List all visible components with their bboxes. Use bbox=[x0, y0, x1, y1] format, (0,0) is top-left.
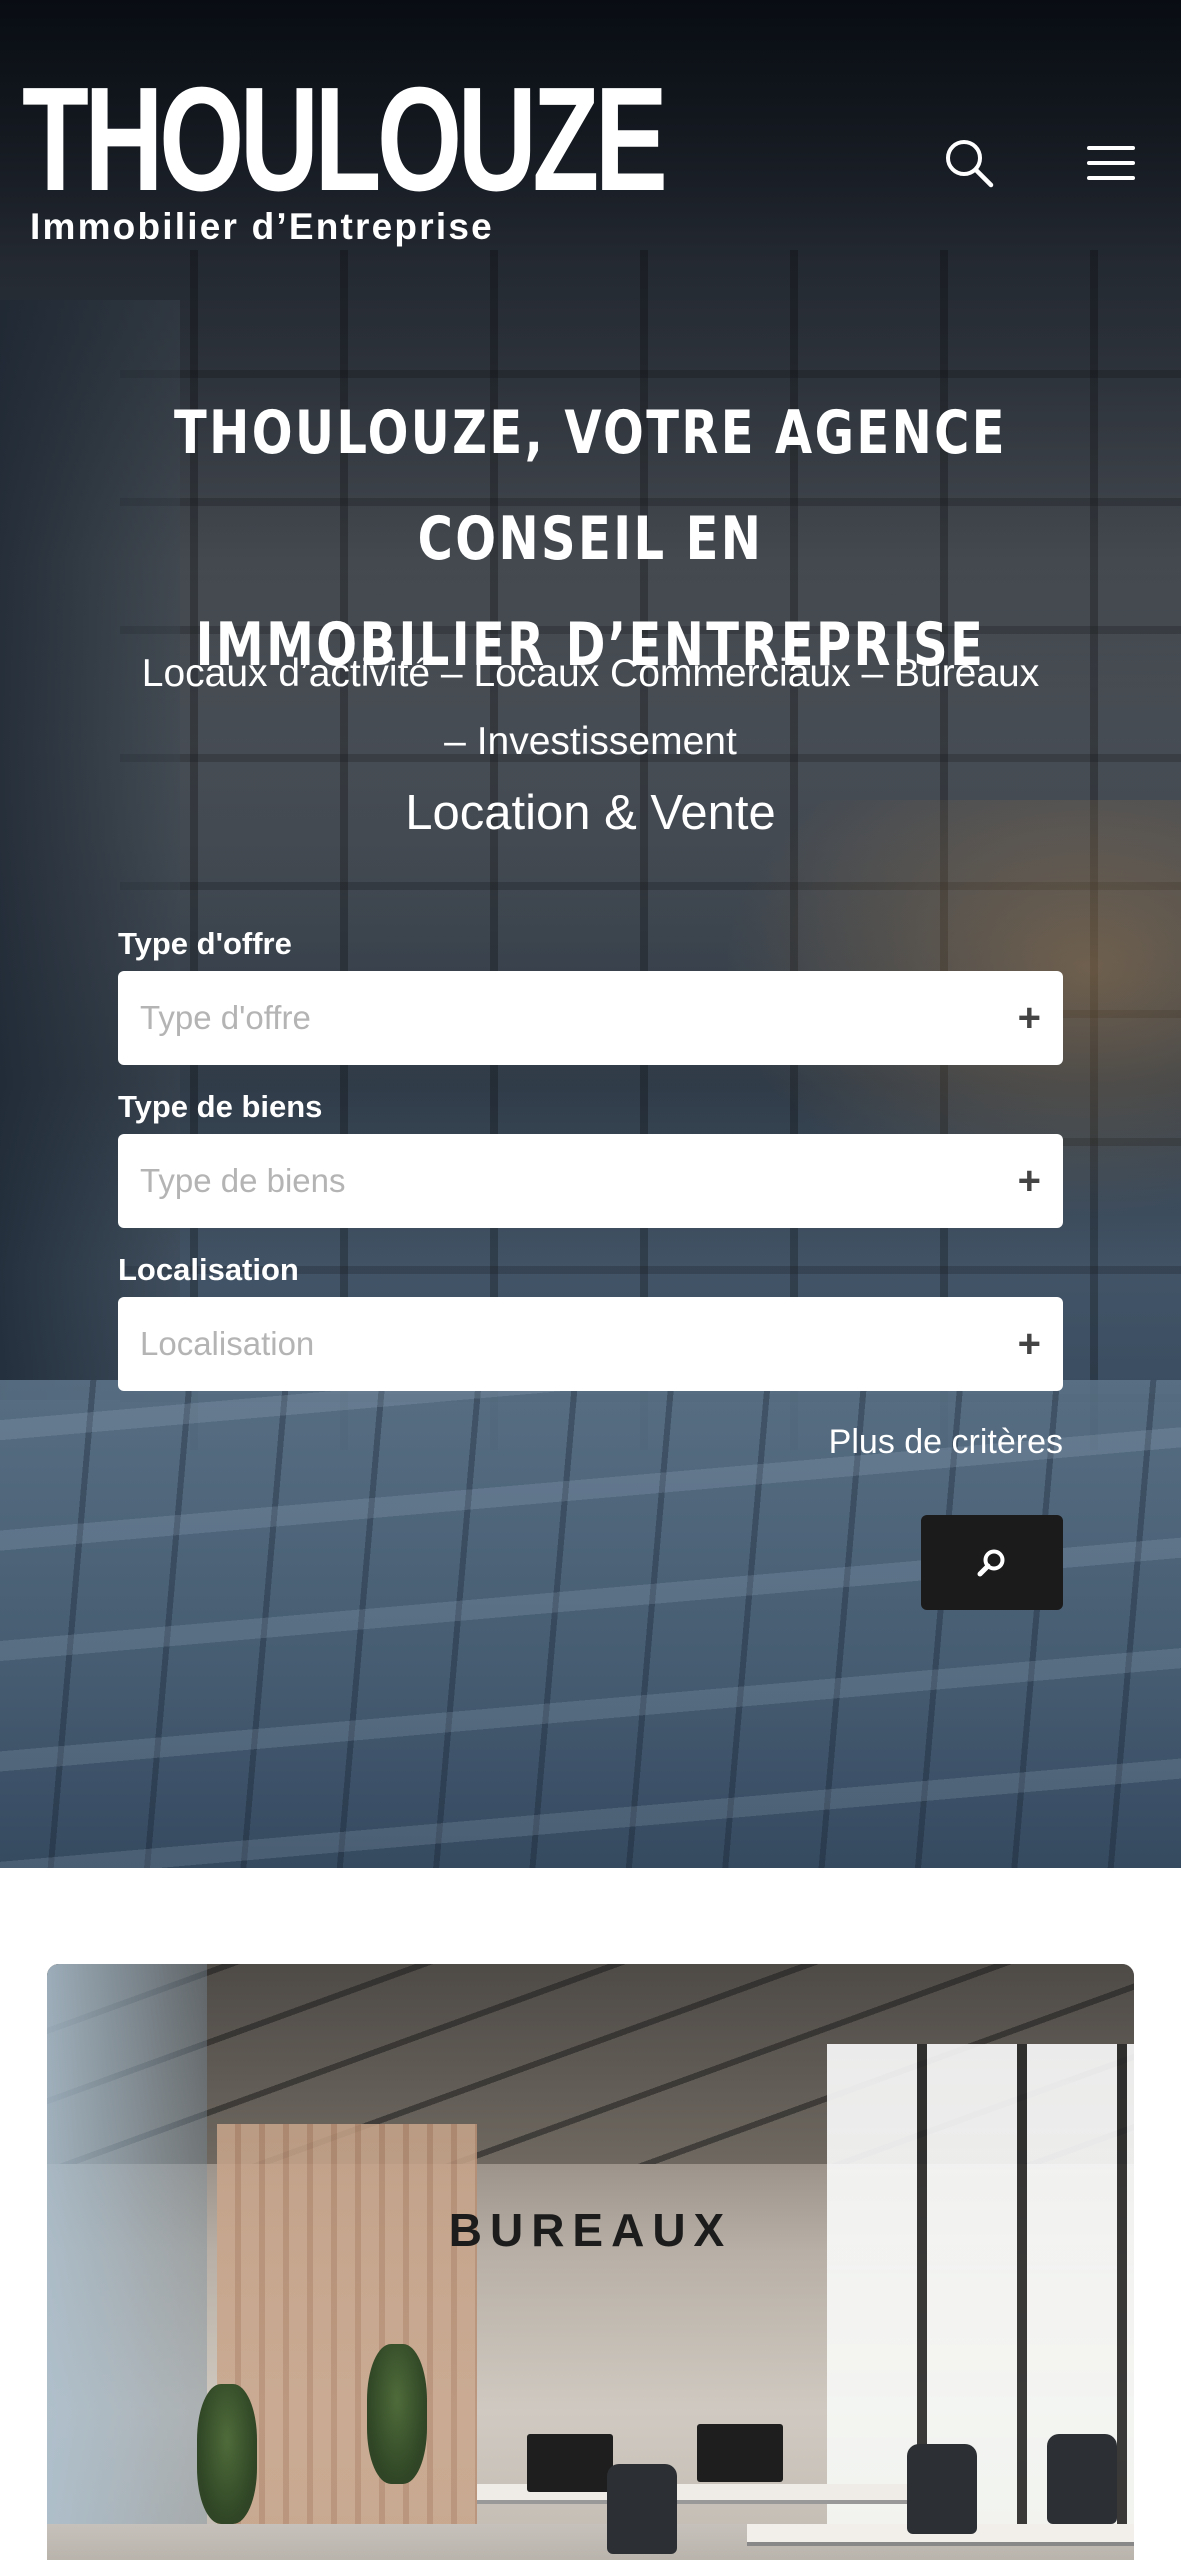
plus-icon: + bbox=[1017, 996, 1041, 1040]
more-criteria-link[interactable]: Plus de critères bbox=[740, 1418, 1063, 1466]
hero-tagline: Location & Vente bbox=[405, 786, 776, 840]
offer-type-placeholder: Type d'offre bbox=[140, 999, 311, 1036]
card-image-glass-wall bbox=[47, 1964, 207, 2560]
header-menu-button[interactable] bbox=[1076, 128, 1146, 198]
card-image-plant bbox=[367, 2344, 427, 2484]
hero-title-line1: THOULOUZE, VOTRE AGENCE CONSEIL EN bbox=[174, 398, 1007, 574]
category-title-bureaux: BUREAUX bbox=[448, 2204, 733, 2256]
header-search-button[interactable] bbox=[934, 128, 1004, 198]
search-icon bbox=[977, 1549, 1005, 1576]
card-image-monitor bbox=[527, 2434, 613, 2492]
hero-subtitle-line1: Locaux d’activité – Locaux Commerciaux –… bbox=[141, 652, 1040, 695]
location-select[interactable]: Localisation + bbox=[118, 1297, 1063, 1391]
logo-wordmark: THOULOUZE bbox=[22, 57, 668, 222]
property-type-label: Type de biens bbox=[118, 1089, 323, 1124]
hero-subtitle-line2: – Investissement bbox=[444, 720, 737, 763]
search-submit-button[interactable] bbox=[921, 1515, 1063, 1610]
search-icon bbox=[946, 140, 994, 188]
hamburger-menu-icon bbox=[1087, 146, 1135, 180]
property-type-select[interactable]: Type de biens + bbox=[118, 1134, 1063, 1228]
offer-type-label: Type d'offre bbox=[118, 926, 292, 961]
card-image-chair bbox=[607, 2464, 677, 2554]
card-image-chair bbox=[907, 2444, 977, 2534]
plus-icon: + bbox=[1017, 1322, 1041, 1366]
location-label: Localisation bbox=[118, 1252, 299, 1287]
category-card-bureaux[interactable] bbox=[47, 1964, 1134, 2560]
offer-type-select[interactable]: Type d'offre + bbox=[118, 971, 1063, 1065]
site-logo[interactable]: THOULOUZE Immobilier d’Entreprise bbox=[22, 57, 668, 248]
location-placeholder: Localisation bbox=[140, 1325, 315, 1362]
card-image-monitor bbox=[697, 2424, 783, 2482]
card-image-wood-panel bbox=[217, 2124, 477, 2560]
hero-subtitle: Locaux d’activité – Locaux Commerciaux –… bbox=[60, 640, 1121, 776]
property-type-placeholder: Type de biens bbox=[140, 1162, 346, 1199]
plus-icon: + bbox=[1017, 1159, 1041, 1203]
card-image-plant bbox=[197, 2384, 257, 2524]
card-image-chair bbox=[1047, 2434, 1117, 2524]
